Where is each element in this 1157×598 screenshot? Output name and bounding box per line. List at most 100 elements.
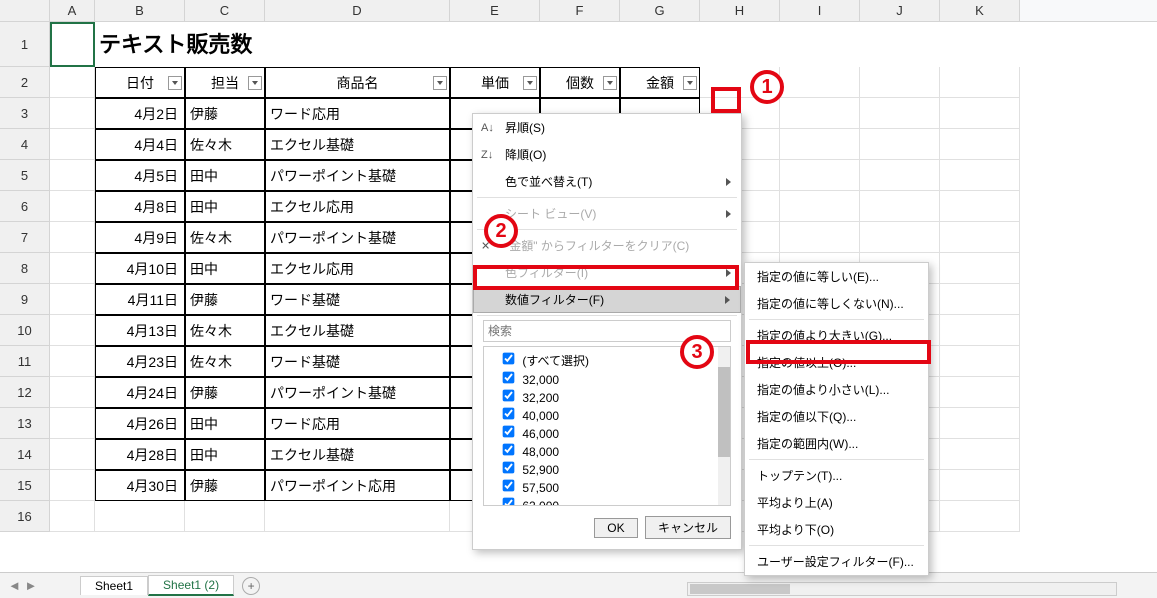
cell-staff[interactable]: 田中 [185, 253, 265, 284]
menu-sort-desc[interactable]: Z↓降順(O) [473, 141, 741, 168]
col-header-h[interactable]: H [700, 0, 780, 21]
cell-empty[interactable] [780, 160, 860, 191]
cell-empty[interactable] [940, 346, 1020, 377]
row-header-16[interactable]: 16 [0, 501, 50, 532]
menu-number-filter[interactable]: 数値フィルター(F) [473, 286, 741, 313]
title-cell[interactable]: テキスト販売数 [95, 22, 1157, 67]
cell-empty[interactable] [940, 222, 1020, 253]
col-header-d[interactable]: D [265, 0, 450, 21]
cell-empty[interactable] [940, 129, 1020, 160]
cell-date[interactable]: 4月11日 [95, 284, 185, 315]
cell-empty[interactable] [50, 191, 95, 222]
cell-staff[interactable]: 伊藤 [185, 98, 265, 129]
cell-empty[interactable] [50, 98, 95, 129]
header-qty[interactable]: 個数 [540, 67, 620, 98]
cell-empty[interactable] [95, 501, 185, 532]
cell-empty[interactable] [940, 284, 1020, 315]
cell-empty[interactable] [940, 191, 1020, 222]
cell-product[interactable]: パワーポイント基礎 [265, 222, 450, 253]
cell-empty[interactable] [50, 253, 95, 284]
filter-button-price[interactable] [523, 76, 537, 90]
submenu-less[interactable]: 指定の値より小さい(L)... [745, 376, 928, 403]
header-date[interactable]: 日付 [95, 67, 185, 98]
cell-staff[interactable]: 伊藤 [185, 284, 265, 315]
cell-staff[interactable]: 田中 [185, 160, 265, 191]
header-price[interactable]: 単価 [450, 67, 540, 98]
filter-checkbox[interactable] [503, 426, 515, 438]
cell-empty[interactable] [940, 501, 1020, 532]
submenu-above-avg[interactable]: 平均より上(A) [745, 489, 928, 516]
filter-checkbox[interactable] [503, 353, 515, 365]
cell-date[interactable]: 4月5日 [95, 160, 185, 191]
cell-empty[interactable] [860, 67, 940, 98]
col-header-f[interactable]: F [540, 0, 620, 21]
cell-product[interactable]: エクセル基礎 [265, 439, 450, 470]
row-header[interactable]: 10 [0, 315, 50, 346]
filter-checkbox[interactable] [503, 390, 515, 402]
add-sheet-button[interactable]: + [242, 577, 260, 595]
cell-empty[interactable] [50, 222, 95, 253]
row-header[interactable]: 5 [0, 160, 50, 191]
cell-staff[interactable]: 佐々木 [185, 222, 265, 253]
cell-staff[interactable]: 伊藤 [185, 377, 265, 408]
filter-checkbox[interactable] [503, 462, 515, 474]
submenu-lte[interactable]: 指定の値以下(Q)... [745, 403, 928, 430]
submenu-between[interactable]: 指定の範囲内(W)... [745, 430, 928, 457]
cell-empty[interactable] [50, 377, 95, 408]
row-header[interactable]: 9 [0, 284, 50, 315]
sheet-nav-arrows[interactable]: ◄ ► [8, 578, 37, 593]
cell-empty[interactable] [50, 160, 95, 191]
cell-product[interactable]: パワーポイント基礎 [265, 160, 450, 191]
cell-empty[interactable] [940, 253, 1020, 284]
sheet-tab-1[interactable]: Sheet1 [80, 576, 148, 595]
row-header[interactable]: 3 [0, 98, 50, 129]
cell-empty[interactable] [940, 67, 1020, 98]
row-header[interactable]: 15 [0, 470, 50, 501]
select-all-corner[interactable] [0, 0, 50, 21]
col-header-j[interactable]: J [860, 0, 940, 21]
row-header[interactable]: 12 [0, 377, 50, 408]
cell-empty[interactable] [940, 377, 1020, 408]
cell-staff[interactable]: 伊藤 [185, 470, 265, 501]
cell-empty[interactable] [940, 98, 1020, 129]
cell-empty[interactable] [860, 191, 940, 222]
filter-check-item[interactable]: 52,900 [488, 460, 726, 478]
cell-product[interactable]: エクセル基礎 [265, 315, 450, 346]
cell-staff[interactable]: 田中 [185, 408, 265, 439]
cell-date[interactable]: 4月26日 [95, 408, 185, 439]
cell-product[interactable]: ワード基礎 [265, 346, 450, 377]
cell-a1[interactable] [50, 22, 95, 67]
cell-staff[interactable]: 佐々木 [185, 129, 265, 160]
cell-product[interactable]: ワード応用 [265, 98, 450, 129]
cell-product[interactable]: パワーポイント応用 [265, 470, 450, 501]
filter-check-item[interactable]: 46,000 [488, 424, 726, 442]
filter-button-amount[interactable] [683, 76, 697, 90]
menu-sort-asc[interactable]: A↓昇順(S) [473, 114, 741, 141]
cell-date[interactable]: 4月8日 [95, 191, 185, 222]
header-amount[interactable]: 金額 [620, 67, 700, 98]
cell-empty[interactable] [940, 160, 1020, 191]
cell-empty[interactable] [780, 191, 860, 222]
cell-staff[interactable]: 佐々木 [185, 315, 265, 346]
row-header[interactable]: 8 [0, 253, 50, 284]
cell-empty[interactable] [50, 346, 95, 377]
cell-date[interactable]: 4月13日 [95, 315, 185, 346]
filter-value-list[interactable]: (すべて選択) 32,000 32,200 40,000 46,000 48,0… [483, 346, 731, 506]
col-header-g[interactable]: G [620, 0, 700, 21]
cell-empty[interactable] [940, 470, 1020, 501]
sheet-tab-2[interactable]: Sheet1 (2) [148, 575, 234, 596]
filter-check-item[interactable]: 32,000 [488, 370, 726, 388]
col-header-a[interactable]: A [50, 0, 95, 21]
cell-empty[interactable] [780, 98, 860, 129]
cell-empty[interactable] [860, 98, 940, 129]
cell-empty[interactable] [265, 501, 450, 532]
col-header-e[interactable]: E [450, 0, 540, 21]
cell-product[interactable]: エクセル基礎 [265, 129, 450, 160]
horizontal-scrollbar[interactable] [687, 582, 1117, 596]
col-header-c[interactable]: C [185, 0, 265, 21]
cell-staff[interactable]: 田中 [185, 191, 265, 222]
cell-empty[interactable] [940, 315, 1020, 346]
cell-empty[interactable] [50, 501, 95, 532]
cell-empty[interactable] [780, 67, 860, 98]
header-product[interactable]: 商品名 [265, 67, 450, 98]
